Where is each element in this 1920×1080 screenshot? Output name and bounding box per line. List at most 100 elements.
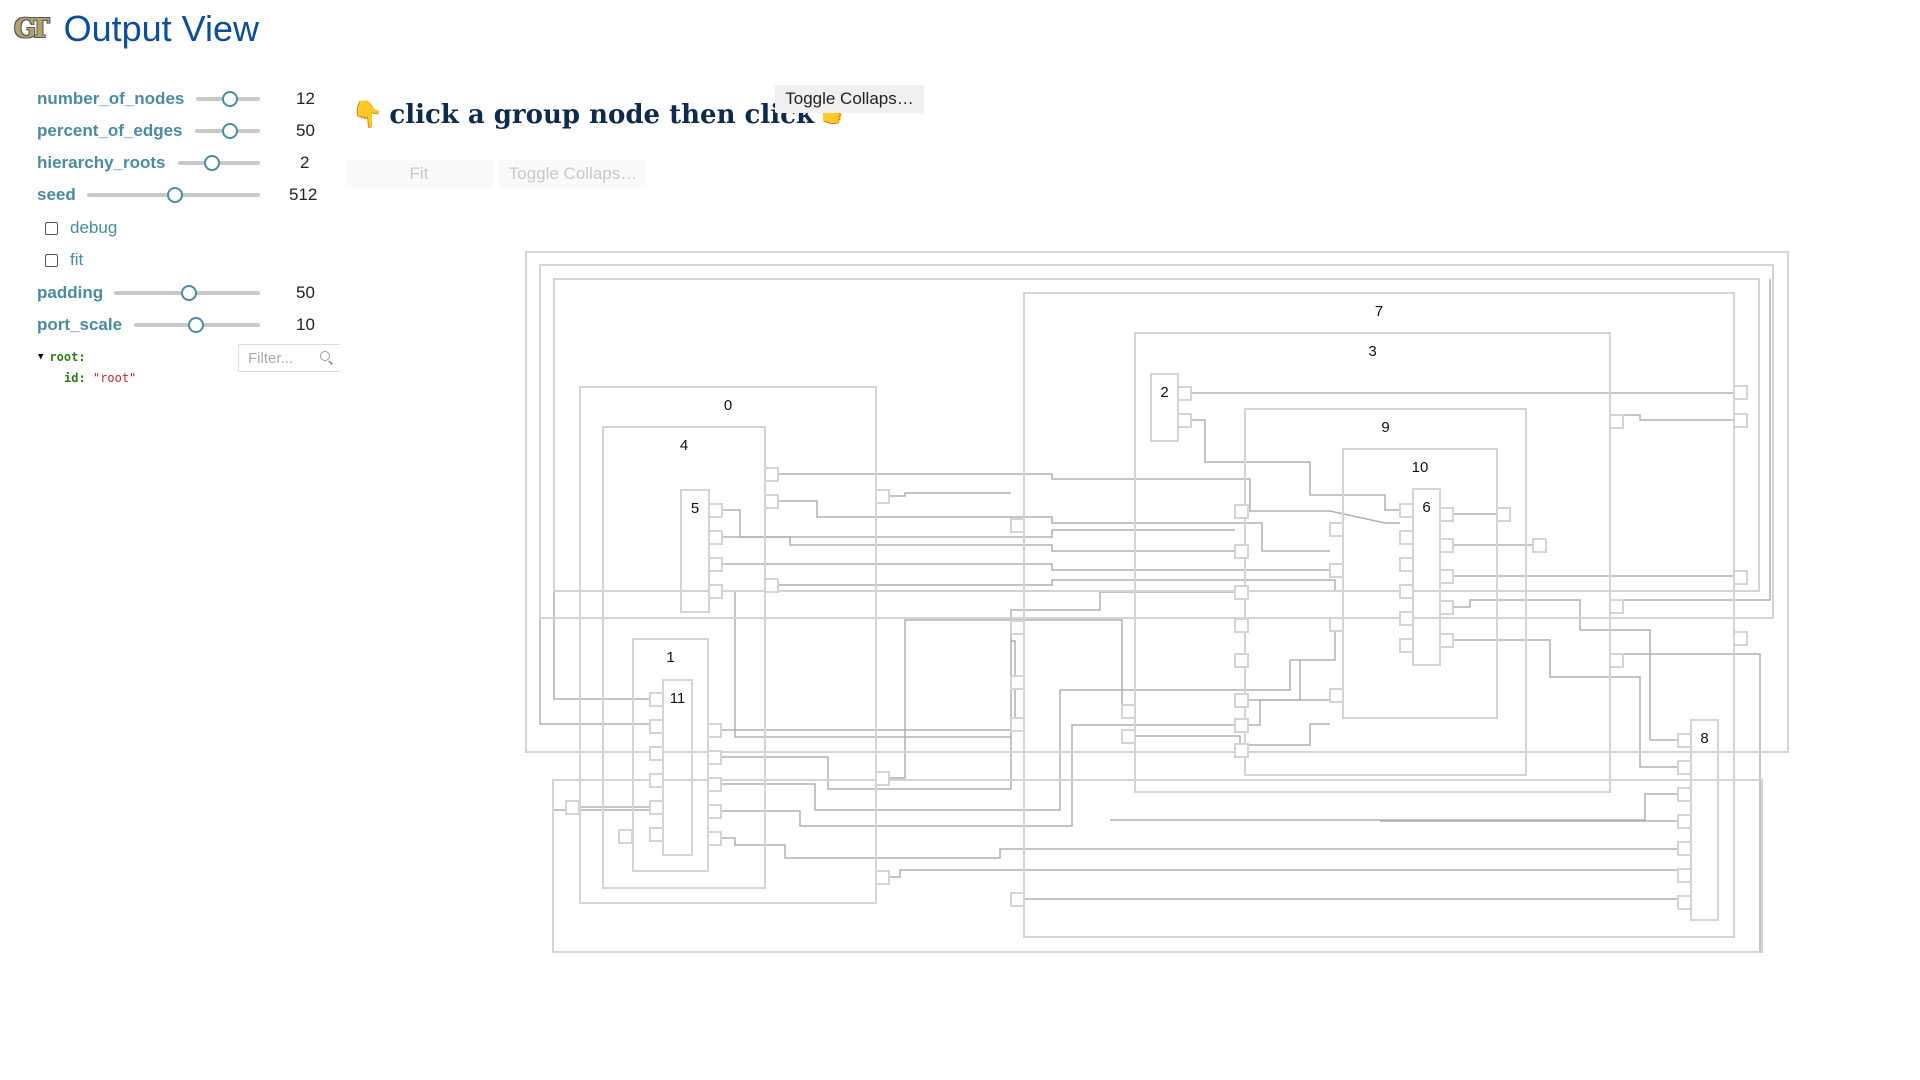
port[interactable] [708,530,723,545]
group-node-8[interactable] [1690,719,1719,921]
edge [721,837,1678,859]
port[interactable] [1439,569,1454,584]
node-label-0: 0 [724,397,732,414]
port[interactable] [1496,507,1511,522]
port[interactable] [1677,868,1692,883]
port[interactable] [1329,563,1344,578]
port[interactable] [1733,570,1748,585]
port[interactable] [1010,675,1025,690]
port[interactable] [707,804,722,819]
group-node-3[interactable] [1134,332,1611,793]
port[interactable] [649,719,664,734]
edge [1191,419,1400,511]
port[interactable] [1329,617,1344,632]
port[interactable] [1010,892,1025,907]
port[interactable] [1677,895,1692,910]
port[interactable] [1733,413,1748,428]
port[interactable] [649,746,664,761]
port[interactable] [764,578,779,593]
routing-frame [553,278,1760,592]
edge [888,869,1678,878]
port[interactable] [1177,386,1192,401]
port[interactable] [708,503,723,518]
port[interactable] [1329,688,1344,703]
node-label-2: 2 [1160,384,1168,401]
port[interactable] [707,777,722,792]
port[interactable] [1609,653,1624,668]
port[interactable] [1234,718,1249,733]
port[interactable] [1121,729,1136,744]
port[interactable] [707,831,722,846]
graph-canvas[interactable]: 73910620451118 [0,0,1920,1080]
edge [722,536,1235,552]
port[interactable] [1532,538,1547,553]
port[interactable] [1010,717,1025,732]
node-label-9: 9 [1381,419,1389,436]
group-node-7[interactable] [1023,292,1735,938]
port[interactable] [1609,599,1624,614]
port[interactable] [1234,693,1249,708]
node-label-1: 1 [666,649,674,666]
edge [778,473,1400,524]
port[interactable] [1010,620,1025,635]
edge [778,579,1400,592]
edge [1134,723,1330,746]
port[interactable] [1439,538,1454,553]
port[interactable] [1399,638,1414,653]
port[interactable] [764,467,779,482]
node-label-6: 6 [1422,499,1430,516]
port[interactable] [1177,413,1192,428]
port[interactable] [1399,503,1414,518]
edge [722,563,1330,571]
group-node-1[interactable] [632,638,709,872]
port[interactable] [1234,653,1249,668]
port[interactable] [1677,733,1692,748]
port[interactable] [875,489,890,504]
port[interactable] [1439,633,1454,648]
node-label-3: 3 [1368,343,1376,360]
port[interactable] [708,557,723,572]
port[interactable] [649,800,664,815]
edge [552,653,1761,953]
port[interactable] [875,771,890,786]
port[interactable] [1439,507,1454,522]
port[interactable] [1733,631,1748,646]
port[interactable] [618,829,633,844]
node-label-7: 7 [1375,303,1383,320]
node-label-8: 8 [1700,730,1708,747]
node-label-10: 10 [1412,459,1429,476]
port[interactable] [764,494,779,509]
edge [721,617,1400,811]
port[interactable] [1399,584,1414,599]
edge [888,492,1011,497]
port[interactable] [1677,760,1692,775]
port[interactable] [1399,530,1414,545]
port[interactable] [875,870,890,885]
port[interactable] [1234,585,1249,600]
port[interactable] [1121,704,1136,719]
port[interactable] [649,692,664,707]
node-label-4: 4 [680,437,688,454]
edge [1610,279,1771,601]
port[interactable] [1439,600,1454,615]
port[interactable] [1677,841,1692,856]
port[interactable] [649,827,664,842]
port[interactable] [1733,385,1748,400]
port[interactable] [1234,504,1249,519]
port[interactable] [1329,522,1344,537]
port[interactable] [649,773,664,788]
port[interactable] [708,584,723,599]
port[interactable] [1234,618,1249,633]
port[interactable] [565,800,580,815]
port[interactable] [707,750,722,765]
port[interactable] [1399,611,1414,626]
port[interactable] [1609,414,1624,429]
port[interactable] [1677,787,1692,802]
port[interactable] [1399,557,1414,572]
port[interactable] [1234,544,1249,559]
port[interactable] [1677,814,1692,829]
group-node-4[interactable] [602,426,766,889]
port[interactable] [707,723,722,738]
port[interactable] [1010,518,1025,533]
port[interactable] [1234,743,1249,758]
